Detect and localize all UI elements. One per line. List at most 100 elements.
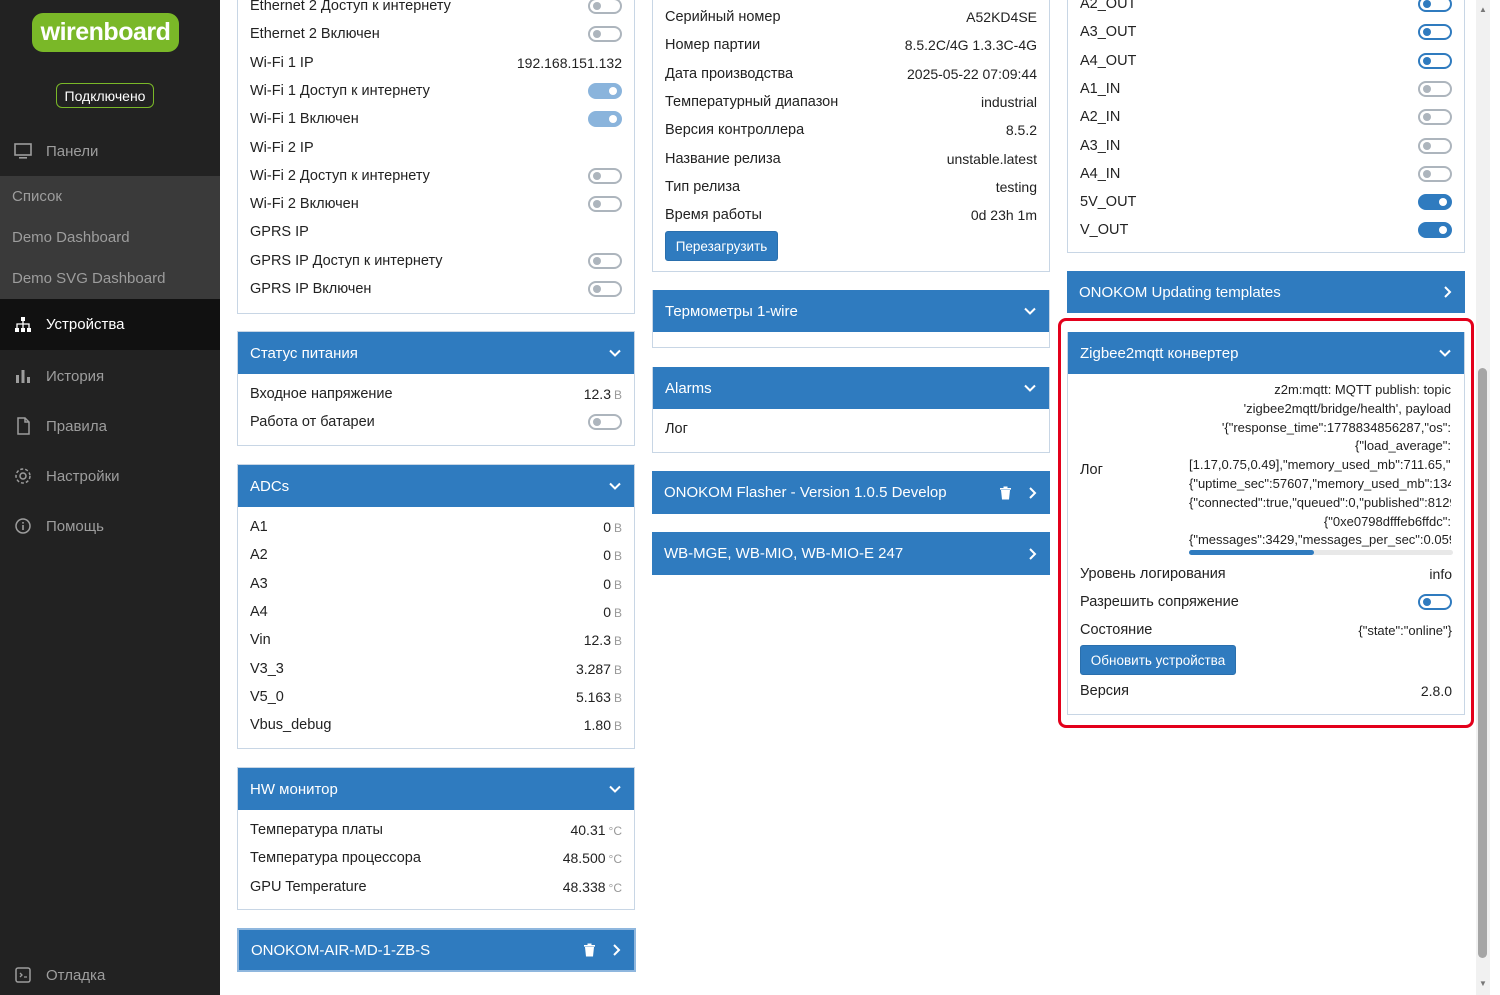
wb-mge-header[interactable]: WB-MGE, WB-MIO, WB-MIO-E 247 [652,532,1050,575]
zigbee-log-label-row: Лог [1080,456,1140,484]
nav-panels[interactable]: Панели [0,132,220,170]
hw-item-row: Температура платы 40.31 °C [250,816,622,844]
system-item-label: Тип релиза [665,178,741,195]
app-root: wirenboard Подключено Панели Список Demo… [0,0,1500,995]
network-item-toggle[interactable] [588,196,622,213]
log-line: {"uptime_sec":57607,"memory_used_mb":134 [1189,475,1451,491]
zigbee-log-text: z2m:mqtt: MQTT publish: topic 'zigbee2mqt… [1189,381,1451,553]
network-item-toggle[interactable] [588,111,622,128]
system-item-row: Серийный номер A52KD4SE [665,3,1037,31]
adc-a3-value: 0 [603,575,611,592]
onokom-air-header[interactable]: ONOKOM-AIR-MD-1-ZB-S [237,928,636,972]
nav-debug[interactable]: Отладка [0,956,220,994]
log-level-label: Уровень логирования [1080,566,1226,582]
unit-label: В [613,662,622,677]
network-item-toggle[interactable] [588,0,622,14]
log-scrollbar[interactable] [1189,550,1453,555]
onokom-flasher-header[interactable]: ONOKOM Flasher - Version 1.0.5 Develop [652,471,1050,514]
network-item-value: 192.168.151.132 [516,54,622,71]
alarms-header[interactable]: Alarms [653,367,1049,409]
nav-list[interactable]: Список [0,176,220,217]
power-status-header[interactable]: Статус питания [238,332,634,374]
nav-debug-label: Отладка [46,966,106,984]
connection-status-badge: Подключено [56,83,154,108]
adc-v5_0-row: V5_0 5.163 В [250,683,622,711]
page-scrollbar-thumb[interactable] [1478,368,1487,958]
update-devices-button[interactable]: Обновить устройства [1080,645,1236,675]
adcs-header[interactable]: ADCs [238,465,634,507]
battery-toggle[interactable] [588,414,622,430]
system-item-row: Название релиза unstable.latest [665,145,1037,173]
gpio-a1_in-row: A1_IN [1080,75,1452,103]
nav-rules[interactable]: Правила [0,407,220,445]
nav-demo-dashboard[interactable]: Demo Dashboard [0,217,220,258]
onokom-templates-header[interactable]: ONOKOM Updating templates [1067,271,1465,313]
nav-demo-svg-dashboard[interactable]: Demo SVG Dashboard [0,258,220,299]
gpio-a4_in-toggle[interactable] [1418,165,1452,182]
adc-a4-value: 0 [603,603,611,620]
unit-label: °C [608,824,622,838]
scroll-down-icon[interactable]: ▼ [1476,976,1490,990]
log-scrollbar-thumb[interactable] [1189,550,1314,555]
gpio-a3_in-toggle[interactable] [1418,137,1452,154]
adc-a4-row: A4 0 В [250,598,622,626]
trash-icon[interactable] [999,486,1012,500]
hw-monitor-title: HW монитор [250,780,338,798]
gpio-a2_out-toggle[interactable] [1418,0,1452,12]
network-item-toggle[interactable] [588,281,622,297]
log-line: [1.17,0.75,0.49],"memory_used_mb":711.65… [1189,457,1451,473]
system-item-value: 0d 23h 1m [970,207,1037,224]
system-item-value: unstable.latest [946,150,1037,167]
log-line: {"0xe0798dfffeb6ffdc": [1323,513,1451,529]
nav-settings-label: Настройки [46,467,120,485]
adc-vbus_debug-label: Vbus_debug [250,717,332,734]
power-status-title: Статус питания [250,344,358,362]
adc-a4-label: A4 [250,603,268,620]
network-item-label: Wi-Fi 1 Включен [250,111,359,128]
network-item-toggle[interactable] [588,252,622,269]
trash-icon[interactable] [583,943,596,957]
unit-label: °C [608,880,622,895]
gpio-a4_out-row: A4_OUT [1080,47,1452,75]
hw-monitor-header[interactable]: HW монитор [238,768,634,810]
network-item-toggle[interactable] [588,82,622,99]
chevron-right-icon [1444,286,1452,298]
log-level-row: Уровень логирования info [1080,560,1452,588]
thermometers-header[interactable]: Термометры 1-wire [653,290,1049,332]
gpio-v_out-label: V_OUT [1080,222,1129,239]
gpio-a4_out-toggle[interactable] [1418,52,1452,69]
gpio-5v_out-toggle[interactable] [1418,194,1452,211]
devices-icon [0,316,46,334]
nav-help[interactable]: Помощь [0,507,220,545]
reboot-button[interactable]: Перезагрузить [665,231,778,261]
nav-settings[interactable]: Настройки [0,457,220,495]
scroll-up-icon[interactable]: ▲ [1476,2,1490,16]
gpio-a2_in-toggle[interactable] [1418,109,1452,126]
log-line: {"messages":3429,"messages_per_sec":0.05… [1189,532,1451,548]
network-card: Ethernet 2 Доступ к интернету Ethernet 2 … [237,0,635,314]
system-item-value: industrial [980,93,1037,110]
adc-a3-row: A3 0 В [250,570,622,598]
gpio-a3_out-toggle[interactable] [1418,24,1452,41]
adc-v3_3-label: V3_3 [250,660,284,677]
gpio-a2_out-label: A2_OUT [1080,0,1137,12]
log-line: z2m:mqtt: MQTT publish: topic [1274,382,1451,397]
permit-join-toggle[interactable] [1418,594,1452,610]
gpio-a3_in-label: A3_IN [1080,137,1121,154]
document-icon [0,417,46,435]
gpio-v_out-toggle[interactable] [1418,222,1452,239]
network-item-toggle[interactable] [588,26,622,43]
log-level-value: info [1429,566,1452,582]
adc-v5_0-value: 5.163 [575,688,611,705]
state-value: {"state":"online"} [1358,622,1452,638]
system-item-row: Температурный диапазон industrial [665,88,1037,116]
nav-history[interactable]: История [0,357,220,395]
zigbee-log-label: Лог [1080,462,1103,478]
gpio-a1_in-toggle[interactable] [1418,80,1452,97]
gpio-v_out-row: V_OUT [1080,216,1452,244]
nav-devices[interactable]: Устройства [0,299,220,350]
zigbee2mqtt-header[interactable]: Zigbee2mqtt конвертер [1068,332,1464,374]
nav-devices-label: Устройства [46,316,125,333]
network-item-toggle[interactable] [588,167,622,184]
system-item-row: Тип релиза testing [665,173,1037,201]
